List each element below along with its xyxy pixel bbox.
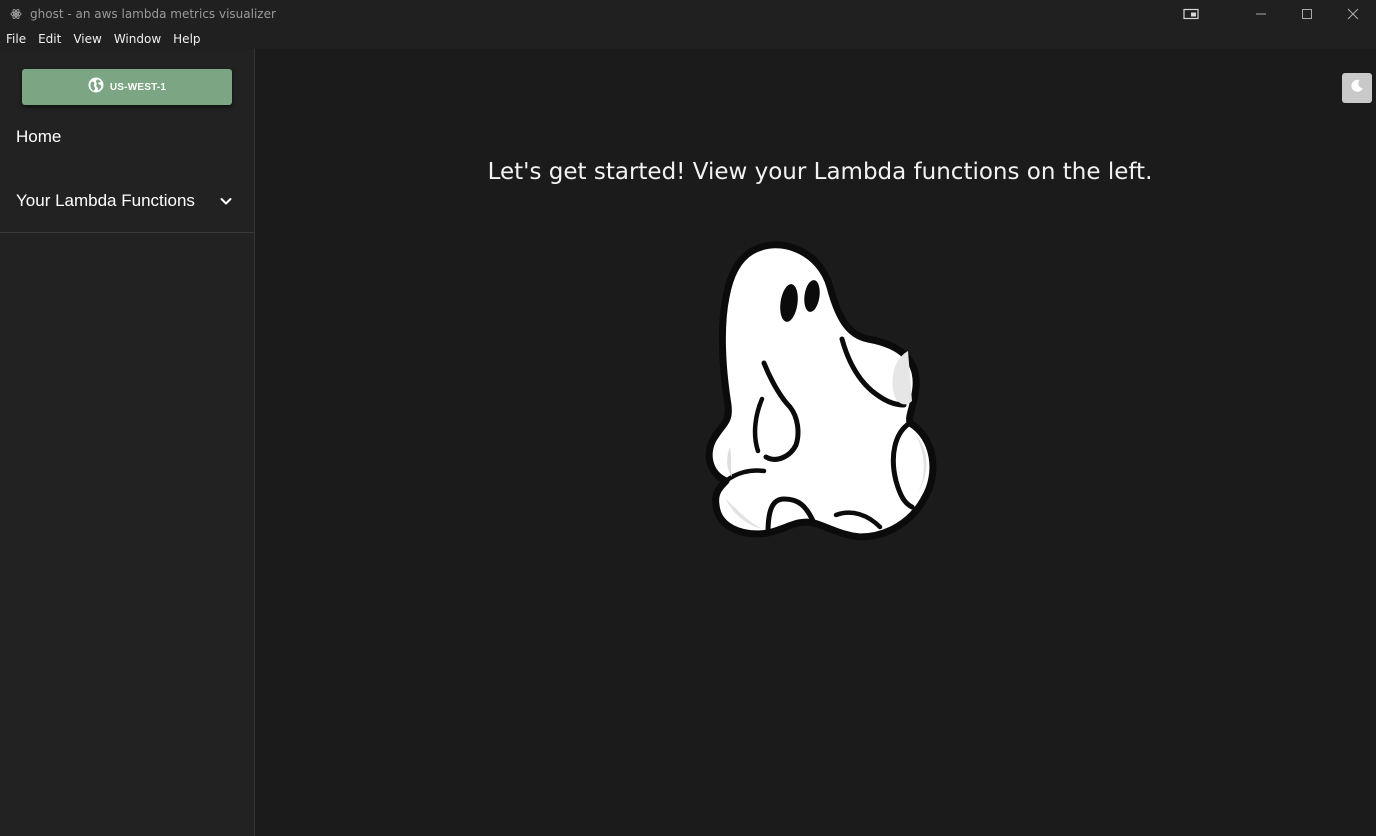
title-bar: ghost - an aws lambda metrics visualizer [0, 0, 1376, 28]
window-title: ghost - an aws lambda metrics visualizer [30, 7, 276, 21]
ghost-illustration [702, 237, 944, 547]
theme-toggle-button[interactable] [1342, 73, 1372, 103]
chevron-down-icon[interactable] [218, 193, 234, 209]
menu-file[interactable]: File [6, 32, 26, 46]
cast-icon[interactable] [1168, 0, 1214, 28]
moon-icon [1349, 78, 1365, 99]
main-content: Let's get started! View your Lambda func… [256, 49, 1376, 836]
menu-view[interactable]: View [73, 32, 101, 46]
menu-bar: File Edit View Window Help [0, 28, 1376, 49]
nav-home[interactable]: Home [16, 127, 61, 147]
window-controls [1168, 0, 1376, 28]
close-icon[interactable] [1330, 0, 1376, 28]
region-button[interactable]: US-WEST-1 [22, 69, 232, 105]
sidebar: US-WEST-1 Home Your Lambda Functions [0, 49, 255, 836]
menu-window[interactable]: Window [114, 32, 161, 46]
nav-lambda-functions-label: Your Lambda Functions [16, 191, 195, 210]
nav-lambda-functions[interactable]: Your Lambda Functions [0, 179, 254, 233]
globe-icon [88, 77, 104, 98]
minimize-icon[interactable] [1238, 0, 1284, 28]
menu-help[interactable]: Help [173, 32, 200, 46]
region-label: US-WEST-1 [109, 81, 167, 93]
electron-app-icon [9, 7, 23, 21]
maximize-icon[interactable] [1284, 0, 1330, 28]
welcome-message: Let's get started! View your Lambda func… [487, 159, 1153, 185]
menu-edit[interactable]: Edit [38, 32, 61, 46]
